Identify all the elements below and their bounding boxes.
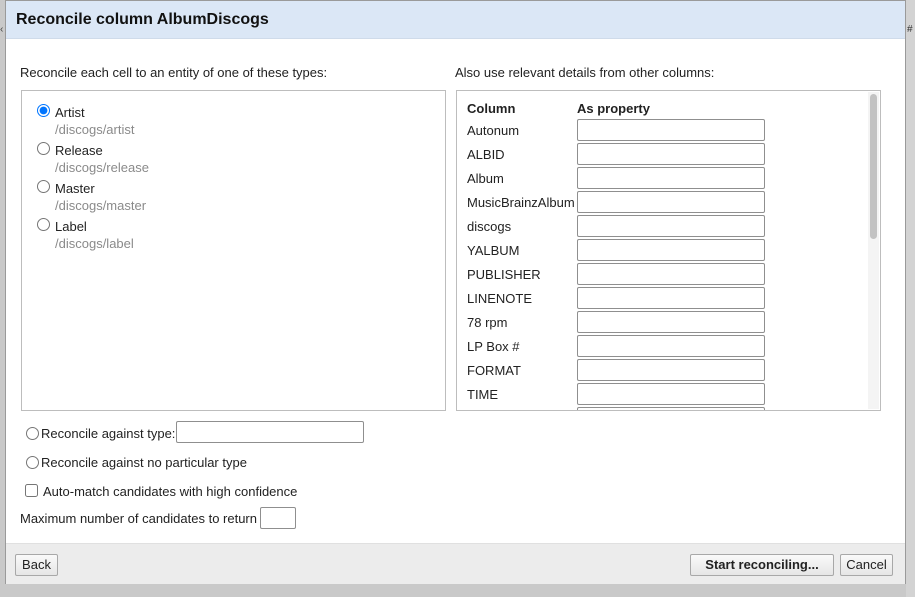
column-name: ALBID (467, 147, 505, 162)
table-row: PUBLISHER (457, 263, 867, 285)
table-row: discogs (457, 215, 867, 237)
property-input[interactable] (577, 287, 765, 309)
no-type-label: Reconcile against no particular type (41, 455, 247, 470)
column-name: Album (467, 171, 504, 186)
table-row: FORMAT (457, 359, 867, 381)
table-row-partial (457, 407, 867, 410)
column-properties-table: Column As property Autonum ALBID Album M… (456, 90, 881, 411)
table-row: LINENOTE (457, 287, 867, 309)
column-name: discogs (467, 219, 512, 234)
table-row: LP Box # (457, 335, 867, 357)
no-type-radio[interactable] (26, 456, 39, 469)
property-input[interactable] (577, 383, 765, 405)
reconcile-dialog: Reconcile column AlbumDiscogs Reconcile … (5, 0, 906, 584)
background-page-edge: # (906, 0, 915, 597)
property-input[interactable] (577, 143, 765, 165)
type-radio-master[interactable] (37, 180, 50, 193)
table-row: 78 rpm (457, 311, 867, 333)
type-id: /discogs/master (55, 198, 147, 213)
types-label: Reconcile each cell to an entity of one … (20, 65, 328, 80)
column-name: FORMAT (467, 363, 521, 378)
column-name: TIME (467, 387, 499, 402)
type-id: /discogs/release (55, 160, 149, 175)
property-input[interactable] (577, 167, 765, 189)
property-input[interactable] (577, 263, 765, 285)
property-input[interactable] (577, 407, 765, 410)
table-row: YALBUM (457, 239, 867, 261)
other-columns-label: Also use relevant details from other col… (455, 65, 715, 80)
column-name: Autonum (467, 123, 520, 138)
column-name: PUBLISHER (467, 267, 541, 282)
max-candidates-input[interactable] (260, 507, 296, 529)
table-row: TIME (457, 383, 867, 405)
background-page-fragment: ‹ (0, 24, 4, 35)
column-name: YALBUM (467, 243, 520, 258)
start-reconciling-button[interactable]: Start reconciling... (690, 554, 834, 576)
dialog-footer: Back Start reconciling... Cancel (6, 543, 905, 584)
entity-types-list: Artist /discogs/artist Release /discogs/… (21, 90, 446, 411)
table-row: Album (457, 167, 867, 189)
against-type-radio[interactable] (26, 427, 39, 440)
table-scrollbar[interactable] (868, 92, 879, 409)
type-id: /discogs/label (55, 236, 134, 251)
property-input[interactable] (577, 119, 765, 141)
auto-match-label: Auto-match candidates with high confiden… (43, 484, 298, 499)
cancel-button[interactable]: Cancel (840, 554, 893, 576)
type-id: /discogs/artist (55, 122, 135, 137)
type-name: Master (55, 181, 95, 196)
table-row: ALBID (457, 143, 867, 165)
column-name: LP Box # (467, 339, 520, 354)
type-name: Label (55, 219, 87, 234)
scrollbar-thumb[interactable] (870, 94, 877, 239)
type-radio-label[interactable] (37, 218, 50, 231)
property-input[interactable] (577, 359, 765, 381)
type-radio-artist[interactable] (37, 104, 50, 117)
max-candidates-label: Maximum number of candidates to return (20, 511, 257, 526)
table-row: Autonum (457, 119, 867, 141)
dialog-header: Reconcile column AlbumDiscogs (6, 1, 905, 39)
property-input[interactable] (577, 311, 765, 333)
column-name: LINENOTE (467, 291, 533, 306)
property-input[interactable] (577, 191, 765, 213)
type-name: Artist (55, 105, 85, 120)
table-row: MusicBrainzAlbum (457, 191, 867, 213)
type-radio-release[interactable] (37, 142, 50, 155)
dialog-title: Reconcile column AlbumDiscogs (16, 11, 269, 28)
property-input[interactable] (577, 239, 765, 261)
auto-match-checkbox[interactable] (25, 484, 38, 497)
property-input[interactable] (577, 335, 765, 357)
max-candidates-option: Maximum number of candidates to return (20, 511, 257, 526)
column-name: MusicBrainzAlbum (467, 195, 575, 210)
property-input[interactable] (577, 215, 765, 237)
against-type-label: Reconcile against type: (41, 426, 176, 441)
column-header: Column (467, 101, 516, 116)
column-name: 78 rpm (467, 315, 508, 330)
type-name: Release (55, 143, 103, 158)
as-property-header: As property (577, 101, 650, 116)
back-button[interactable]: Back (15, 554, 58, 576)
type-input[interactable] (176, 421, 364, 443)
